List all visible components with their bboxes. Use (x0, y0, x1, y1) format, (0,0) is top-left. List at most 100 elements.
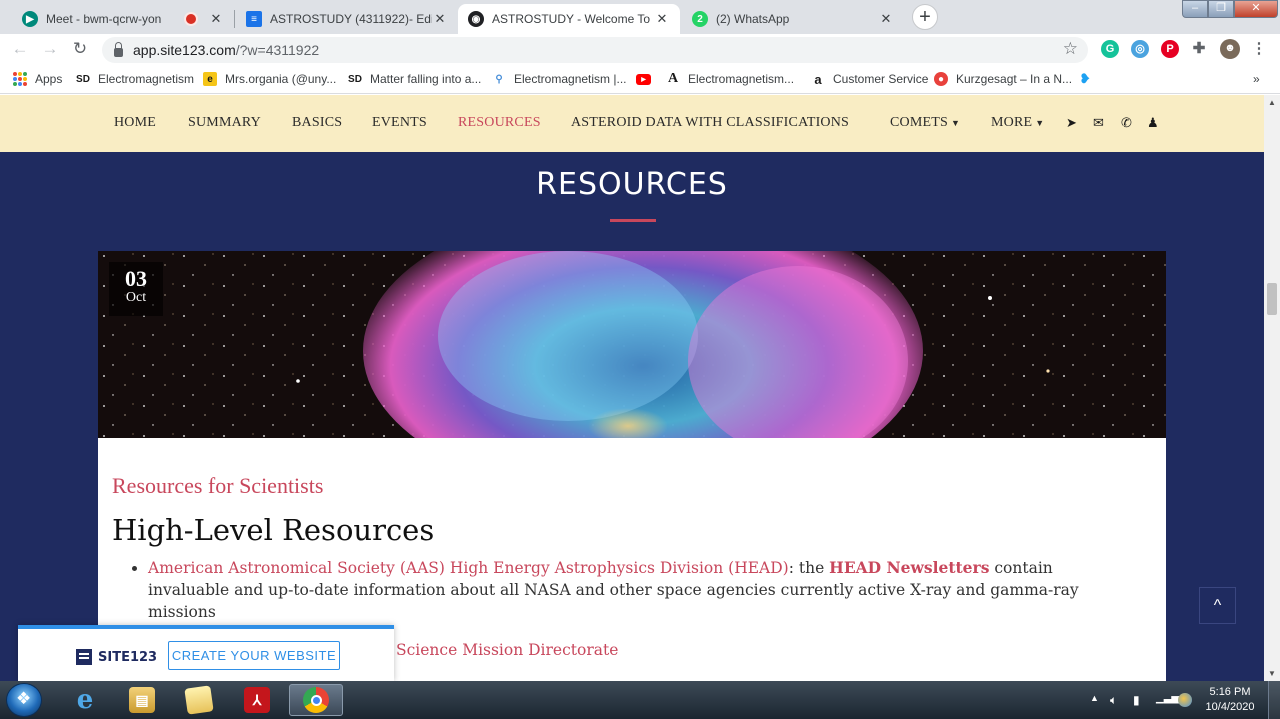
power-icon[interactable]: ▮ (1133, 693, 1140, 707)
back-to-top-button[interactable]: ^ (1199, 587, 1236, 624)
head-newsletters-link[interactable]: HEAD Newsletters (829, 558, 989, 577)
bookmark-electromagnetism-3[interactable]: A Electromagnetism... (666, 70, 794, 88)
volume-icon[interactable]: 🔈︎ (1110, 693, 1117, 708)
nav-summary[interactable]: SUMMARY (188, 115, 261, 131)
close-tab-icon[interactable]: ✕ (654, 11, 670, 27)
scroll-down-arrow-icon[interactable]: ▼ (1267, 669, 1277, 678)
bookmark-label: Customer Service (833, 72, 929, 86)
phone-icon[interactable]: ✆ (1121, 115, 1132, 131)
nav-basics[interactable]: BASICS (292, 115, 342, 131)
bookmark-electromagnetism[interactable]: SD Electromagnetism (76, 70, 194, 88)
kebab-menu-icon[interactable]: ⋮ (1250, 40, 1268, 58)
bookmark-electromagnetism-2[interactable]: ⚲ Electromagnetism |... (492, 70, 627, 88)
apps-grid-icon (13, 72, 27, 86)
back-arrow-icon[interactable]: ← (10, 39, 30, 59)
file-explorer-icon: ▤ (129, 687, 155, 713)
adobe-reader-icon: ⅄ (244, 687, 270, 713)
twitter-icon: ❥ (1079, 71, 1091, 86)
site-navbar: HOME SUMMARY BASICS EVENTS RESOURCES AST… (0, 95, 1264, 152)
taskbar-internet-explorer[interactable]: e (58, 684, 112, 716)
user-icon[interactable]: ♟ (1147, 115, 1159, 131)
tab-title: Meet - bwm-qcrw-yon (46, 12, 162, 26)
bookmark-label: Kurzgesagt – In a N... (956, 72, 1073, 86)
avatar[interactable]: ☻ (1220, 39, 1240, 59)
caret-down-icon: ▼ (951, 118, 961, 128)
date-badge: 03 Oct (109, 262, 163, 316)
tab-astrostudy[interactable]: ◉ ASTROSTUDY - Welcome To ✕ (458, 4, 680, 34)
section-title: RESOURCES (536, 167, 728, 202)
start-button[interactable] (6, 683, 42, 717)
bookmark-apps[interactable]: Apps (13, 70, 62, 88)
nav-asteroid-data[interactable]: ASTEROID DATA WITH CLASSIFICATIONS (571, 115, 849, 131)
bookmark-customer-service[interactable]: a Customer Service (811, 70, 928, 88)
taskbar-file-explorer[interactable]: ▤ (115, 684, 169, 716)
nav-resources[interactable]: RESOURCES (458, 115, 541, 131)
scroll-thumb[interactable] (1267, 283, 1277, 315)
envelope-icon[interactable]: ✉ (1093, 115, 1104, 131)
maximize-button[interactable]: ❐ (1208, 0, 1234, 18)
tab-title: ASTROSTUDY - Welcome To (492, 12, 651, 26)
taskbar-adobe-reader[interactable]: ⅄ (230, 684, 284, 716)
nav-events[interactable]: EVENTS (372, 115, 427, 131)
location-arrow-icon[interactable]: ➤ (1066, 115, 1077, 131)
windows-taskbar: e ▤ ⅄ ▲ 🔈︎ ▮ ▁▃▅ 5:16 PM 10/4/2020 (0, 681, 1280, 719)
nav-comets[interactable]: COMETS ▼ (890, 115, 960, 131)
tab-editor[interactable]: ≡ ASTROSTUDY (4311922)- Editor ✕ (236, 4, 458, 34)
extension-icon[interactable]: ◎ (1131, 40, 1149, 58)
show-hidden-icons-icon[interactable]: ▲ (1090, 693, 1099, 703)
tab-meet[interactable]: ▶ Meet - bwm-qcrw-yon ✕ (12, 4, 234, 34)
letter-a-icon: A (667, 71, 679, 86)
bookmarks-bar: Apps SD Electromagnetism e Mrs.organia (… (0, 64, 1280, 94)
network-signal-icon[interactable]: ▁▃▅ (1156, 693, 1179, 704)
bookmark-matter-falling[interactable]: SD Matter falling into a... (348, 70, 481, 88)
edmodo-icon: e (203, 72, 217, 86)
create-website-button[interactable]: CREATE YOUR WEBSITE (168, 641, 340, 670)
bookmark-mrs-organia[interactable]: e Mrs.organia (@uny... (203, 70, 336, 88)
clock-time: 5:16 PM (1209, 686, 1251, 698)
youtube-icon: ▶ (636, 73, 651, 85)
bookmark-label: Mrs.organia (@uny... (225, 72, 337, 86)
address-bar[interactable]: app.site123.com/?w=4311922 ☆ (102, 37, 1088, 63)
close-window-button[interactable]: ✕ (1234, 0, 1278, 18)
grammarly-icon[interactable]: G (1101, 40, 1119, 58)
tab-title: (2) WhatsApp (716, 12, 790, 26)
close-tab-icon[interactable]: ✕ (208, 11, 224, 27)
bookmark-label: Electromagnetism |... (514, 72, 627, 86)
title-underline (610, 219, 656, 222)
recording-indicator-icon (186, 14, 196, 24)
page-viewport: HOME SUMMARY BASICS EVENTS RESOURCES AST… (0, 95, 1280, 681)
tab-whatsapp[interactable]: 2 (2) WhatsApp ✕ (682, 4, 904, 34)
bookmark-youtube[interactable]: ▶ (636, 70, 659, 88)
bookmark-twitter[interactable]: ❥ (1078, 70, 1100, 88)
site123-logo-icon (76, 649, 92, 665)
nav-home[interactable]: HOME (114, 115, 156, 131)
folder-icon (184, 685, 214, 715)
weather-icon[interactable] (1178, 693, 1192, 707)
browser-tab-strip: ▶ Meet - bwm-qcrw-yon ✕ ≡ ASTROSTUDY (43… (0, 0, 1280, 34)
supernova-remnant-image (98, 251, 1166, 438)
taskbar-chrome[interactable] (289, 684, 343, 716)
taskbar-folder[interactable] (172, 684, 226, 716)
list-item: American Astronomical Society (AAS) High… (148, 557, 1130, 623)
close-tab-icon[interactable]: ✕ (432, 11, 448, 27)
science-mission-directorate-link[interactable]: Science Mission Directorate (396, 641, 618, 659)
more-bookmarks-button[interactable]: » (1253, 70, 1260, 88)
new-tab-button[interactable]: + (912, 4, 938, 30)
page-scrollbar[interactable]: ▲ ▼ (1264, 95, 1280, 681)
bookmark-label: Matter falling into a... (370, 72, 482, 86)
system-clock[interactable]: 5:16 PM 10/4/2020 (1200, 685, 1260, 715)
pinterest-icon[interactable]: P (1161, 40, 1179, 58)
puzzle-extensions-icon[interactable]: ✚ (1190, 40, 1208, 58)
scroll-up-arrow-icon[interactable]: ▲ (1267, 98, 1277, 107)
close-tab-icon[interactable]: ✕ (878, 11, 894, 27)
minimize-button[interactable]: – (1182, 0, 1208, 18)
bookmark-star-icon[interactable]: ☆ (1063, 39, 1078, 59)
aas-head-link[interactable]: American Astronomical Society (AAS) High… (148, 559, 789, 577)
show-desktop-button[interactable] (1268, 681, 1280, 719)
bookmark-kurzgesagt[interactable]: ● Kurzgesagt – In a N... (934, 70, 1072, 88)
nav-more[interactable]: MORE ▼ (991, 115, 1044, 131)
amazon-icon: a (814, 71, 822, 87)
forward-arrow-icon[interactable]: → (40, 39, 60, 59)
reload-icon[interactable]: ↻ (70, 39, 90, 59)
clock-date: 10/4/2020 (1205, 701, 1255, 713)
